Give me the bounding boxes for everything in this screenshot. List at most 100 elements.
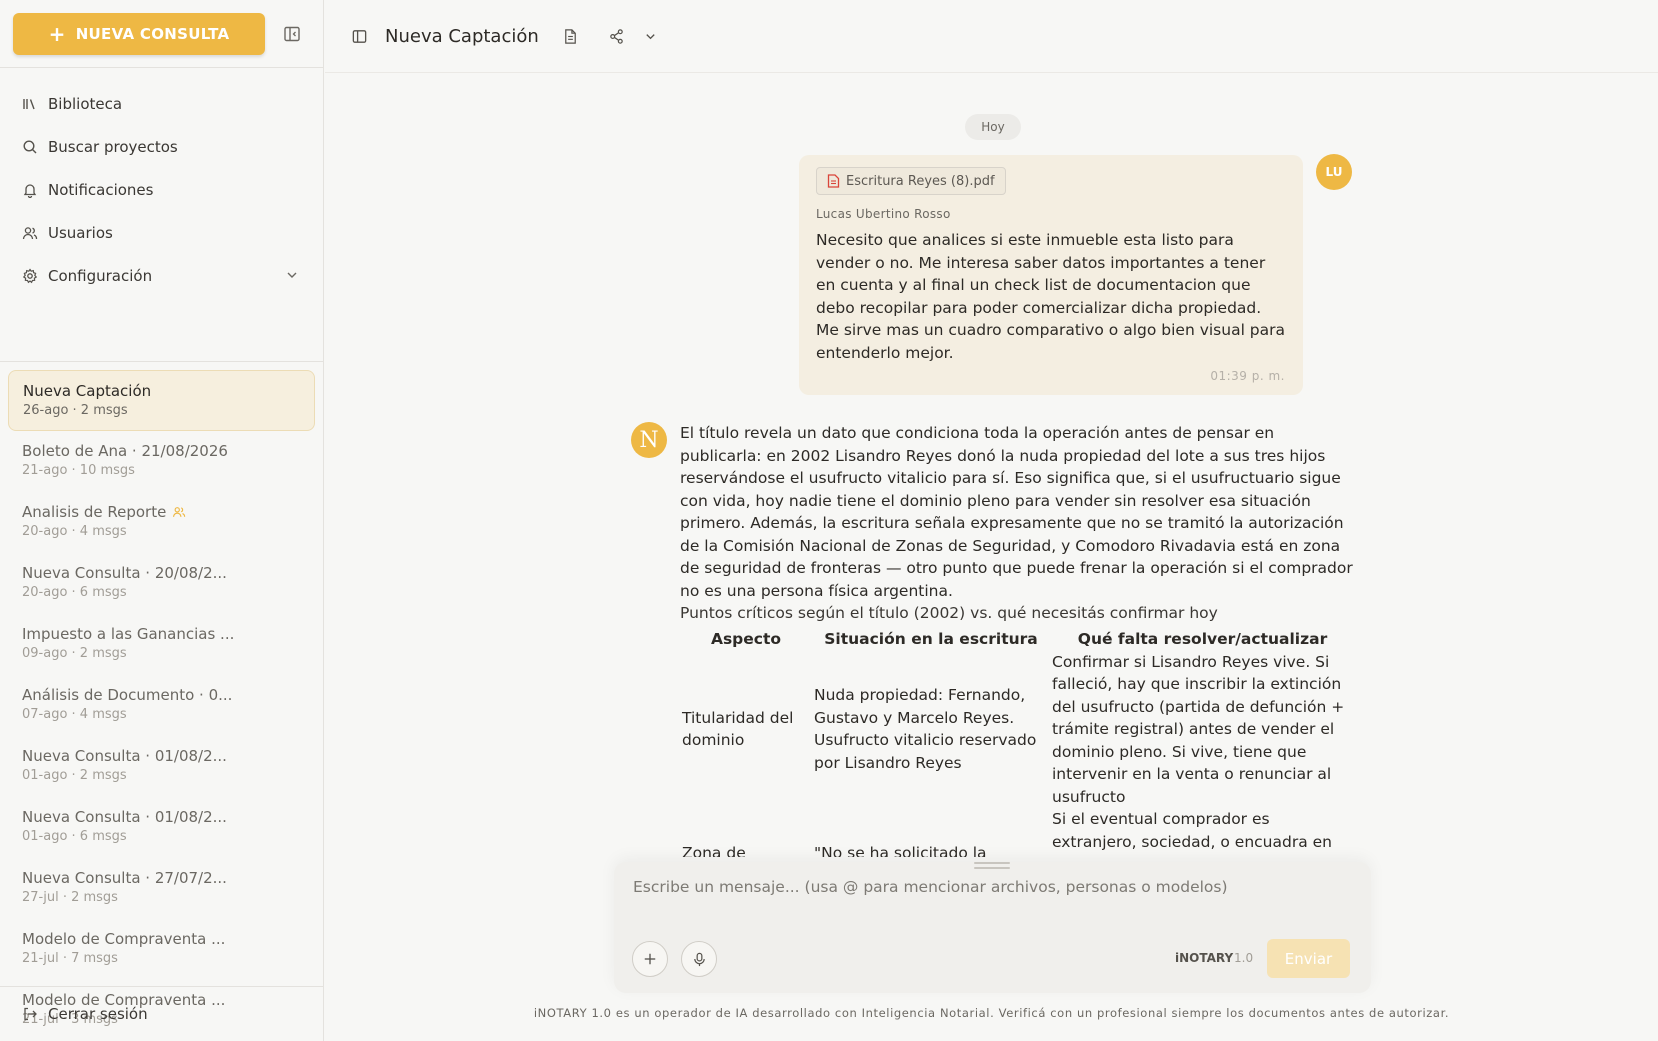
nav-item-buscar-proyectos[interactable]: Buscar proyectos (0, 125, 323, 168)
conversation-title: Nueva Consulta · 01/08/2... (22, 747, 227, 765)
conversation-title: Boleto de Ana · 21/08/2026 (22, 442, 228, 460)
table-header: Aspecto (710, 629, 782, 648)
assistant-paragraph: El título revela un dato que condiciona … (680, 424, 1353, 600)
pdf-file-icon (827, 174, 840, 188)
conversation-item[interactable]: Modelo de Compraventa ... 21-jul · 7 msg… (8, 919, 315, 980)
nav-label-buscar: Buscar proyectos (48, 137, 178, 156)
nav-label-usuarios: Usuarios (48, 223, 113, 242)
conversation-title: Nueva Consulta · 01/08/2... (22, 808, 227, 826)
conversation-item[interactable]: Impuesto a las Ganancias ... 09-ago · 2 … (8, 614, 315, 675)
table-row: Zona de "No se ha solicitado la Si el ev… (680, 808, 1355, 857)
table-cell: "No se ha solicitado la (814, 843, 987, 858)
conversation-meta: 21-ago · 10 msgs (22, 463, 135, 478)
conversation-title: Impuesto a las Ganancias ... (22, 625, 235, 643)
conversation-meta: 07-ago · 4 msgs (22, 707, 127, 722)
message-composer: iNOTARY 1.0 Enviar (614, 862, 1371, 993)
conversation-item[interactable]: Boleto de Ana · 21/08/2026 21-ago · 10 m… (8, 431, 315, 492)
conversation-item[interactable]: Analisis de Reporte 20-ago · 4 msgs (8, 492, 315, 553)
share-button[interactable] (607, 26, 627, 46)
nav-item-configuracion[interactable]: Configuración (0, 254, 323, 297)
chevron-down-icon[interactable] (285, 268, 299, 282)
panel-icon (352, 29, 366, 43)
logout-label: Cerrar sesión (48, 1005, 148, 1023)
conversation-title: Modelo de Compraventa ... (22, 930, 226, 948)
conversation-list: Nueva Captación 26-ago · 2 msgs Boleto d… (0, 362, 323, 1041)
attach-button[interactable] (632, 941, 668, 977)
attachment-name: Escritura Reyes (8).pdf (846, 173, 995, 189)
collapse-sidebar-button[interactable] (282, 24, 302, 44)
conversation-meta: 26-ago · 2 msgs (23, 403, 128, 418)
date-separator: Hoy (965, 114, 1021, 140)
voice-button[interactable] (681, 941, 717, 977)
nav-label-notificaciones: Notificaciones (48, 180, 154, 199)
nav-label-biblioteca: Biblioteca (48, 94, 123, 113)
table-cell: Titularidad del dominio (682, 708, 794, 750)
conversation-meta: 20-ago · 6 msgs (22, 585, 127, 600)
chat-header: Nueva Captación (325, 0, 1658, 73)
toggle-panel-button[interactable] (349, 26, 369, 46)
users-icon (22, 226, 38, 239)
attachment-chip[interactable]: Escritura Reyes (8).pdf (816, 167, 1006, 195)
sidebar-toggle-icon (284, 26, 300, 42)
conversation-item[interactable]: Nueva Consulta · 01/08/2... 01-ago · 2 m… (8, 736, 315, 797)
conversation-title: Nueva Captación (23, 382, 152, 400)
nav-item-biblioteca[interactable]: Biblioteca (0, 82, 323, 125)
table-header: Situación en la escritura (824, 629, 1038, 648)
logout-icon (24, 1007, 37, 1021)
nav-label-configuracion: Configuración (48, 266, 153, 285)
conversation-title: Análisis de Documento · 0... (22, 686, 233, 704)
comparison-table: Aspecto Situación en la escritura Qué fa… (680, 627, 1355, 858)
send-button[interactable]: Enviar (1267, 939, 1350, 978)
conversation-item[interactable]: Nueva Consulta · 01/08/2... 01-ago · 6 m… (8, 797, 315, 858)
resize-handle[interactable] (974, 862, 1010, 872)
conversation-item[interactable]: Análisis de Documento · 0... 07-ago · 4 … (8, 675, 315, 736)
table-cell: Si el eventual comprador es extranjero, … (1052, 810, 1332, 857)
document-icon (565, 28, 577, 44)
conversation-meta: 21-jul · 7 msgs (22, 951, 118, 966)
chevron-down-icon (646, 33, 655, 39)
model-version: 1.0 (1234, 951, 1254, 965)
table-cell: Nuda propiedad: Fernando, Gustavo y Marc… (814, 686, 1037, 772)
document-button[interactable] (561, 26, 581, 46)
shared-users-icon (173, 507, 186, 517)
more-options-button[interactable] (641, 26, 661, 46)
model-name: iNOTARY (1175, 951, 1234, 965)
table-cell: Zona de (682, 843, 746, 858)
conversation-meta: 01-ago · 6 msgs (22, 829, 127, 844)
conversation-title: Nueva Consulta · 20/08/2... (22, 564, 227, 582)
sidebar: + NUEVA CONSULTA Biblioteca Buscar proye… (0, 0, 324, 1041)
page-title: Nueva Captación (385, 25, 539, 47)
conversation-meta: 01-ago · 2 msgs (22, 768, 127, 783)
user-message-bubble: Escritura Reyes (8).pdf Lucas Ubertino R… (799, 155, 1303, 395)
table-row: Titularidad del dominio Nuda propiedad: … (680, 651, 1355, 809)
chat-main: Nueva Captación Hoy Escritura Reyes (8).… (325, 0, 1658, 1041)
conversation-item-active[interactable]: Nueva Captación 26-ago · 2 msgs (8, 370, 315, 431)
user-message-text: Necesito que analices si este inmueble e… (816, 231, 1286, 362)
table-header-row: Aspecto Situación en la escritura Qué fa… (680, 627, 1355, 651)
nav-item-usuarios[interactable]: Usuarios (0, 211, 323, 254)
search-icon (23, 139, 37, 153)
disclaimer-text: iNOTARY 1.0 es un operador de IA desarro… (533, 1006, 1450, 1020)
table-caption: Puntos críticos según el título (2002) v… (680, 604, 1218, 622)
message-input[interactable] (633, 878, 1333, 896)
library-icon (23, 98, 35, 109)
nav-item-notificaciones[interactable]: Notificaciones (0, 168, 323, 211)
new-consulta-label: NUEVA CONSULTA (75, 25, 230, 43)
conversation-item[interactable]: Nueva Consulta · 27/07/2... 27-jul · 2 m… (8, 858, 315, 919)
conversation-item[interactable]: Nueva Consulta · 20/08/2... 20-ago · 6 m… (8, 553, 315, 614)
conversation-title: Nueva Consulta · 27/07/2... (22, 869, 227, 887)
message-timestamp: 01:39 p. m. (1210, 369, 1285, 383)
share-icon (610, 28, 624, 44)
assistant-message: El título revela un dato que condiciona … (680, 422, 1355, 857)
conversation-meta: 27-jul · 2 msgs (22, 890, 118, 905)
plus-icon: + (48, 22, 66, 46)
sidebar-nav: Biblioteca Buscar proyectos Notificacion… (0, 68, 323, 362)
assistant-avatar: N (631, 422, 667, 458)
gear-icon (22, 267, 38, 283)
sidebar-header: + NUEVA CONSULTA (0, 0, 323, 68)
microphone-icon (693, 952, 705, 966)
avatar: LU (1316, 154, 1352, 190)
new-consulta-button[interactable]: + NUEVA CONSULTA (13, 13, 265, 55)
plus-icon (644, 953, 656, 965)
logout-button[interactable]: Cerrar sesión (0, 986, 323, 1041)
